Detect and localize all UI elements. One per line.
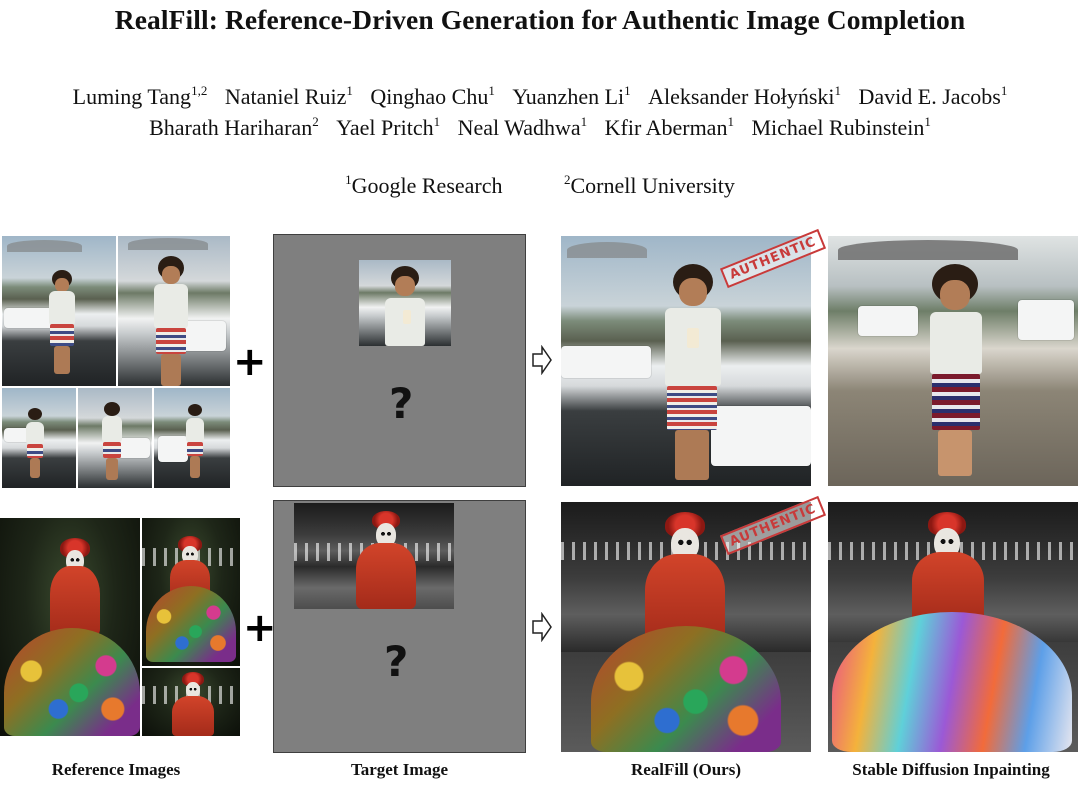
- reference-images-row-1: [2, 236, 230, 488]
- realfill-result-row-2: [561, 502, 811, 752]
- realfill-result-row-1: [561, 236, 811, 486]
- stable-diffusion-result-row-1: [828, 236, 1078, 486]
- caption-realfill: RealFill (Ours): [630, 760, 741, 779]
- author-list-row-2: Bharath Hariharan2 Yael Pritch1 Neal Wad…: [0, 115, 1080, 141]
- target-image-row-1: ?: [273, 234, 526, 487]
- caption-stable-diffusion: Stable Diffusion Inpainting: [852, 760, 1050, 779]
- target-image-row-2: ?: [273, 500, 526, 753]
- reference-photo: [2, 388, 76, 488]
- affiliations: 1Google Research 2Cornell University: [0, 173, 1080, 199]
- reference-photo: [142, 518, 240, 666]
- author: Kfir Aberman1: [604, 114, 734, 140]
- author: Michael Rubinstein1: [751, 114, 931, 140]
- reference-photo: [142, 668, 240, 736]
- author: Yuanzhen Li1: [512, 83, 631, 109]
- arrow-right-icon: [532, 612, 552, 642]
- question-mark-icon: ?: [384, 637, 409, 686]
- author: Luming Tang1,2: [72, 83, 208, 109]
- caption-target-image: Target Image: [350, 760, 449, 779]
- author: Yael Pritch1: [336, 114, 441, 140]
- author: David E. Jacobs1: [858, 83, 1008, 109]
- caption-reference-images: Reference Images: [51, 760, 181, 779]
- reference-photo: [2, 236, 116, 386]
- target-known-region: [359, 260, 451, 346]
- plus-icon: +: [243, 605, 277, 651]
- author: Aleksander Hołyński1: [648, 83, 841, 109]
- reference-photo: [154, 388, 230, 488]
- affiliation: 2Cornell University: [564, 172, 735, 198]
- reference-photo: [118, 236, 230, 386]
- reference-photo: [0, 518, 140, 736]
- question-mark-icon: ?: [389, 379, 414, 428]
- stable-diffusion-result-row-2: [828, 502, 1078, 752]
- paper-title: RealFill: Reference-Driven Generation fo…: [114, 4, 966, 35]
- author: Nataniel Ruiz1: [224, 83, 353, 109]
- reference-photo: [78, 388, 152, 488]
- arrow-right-icon: [532, 345, 552, 375]
- plus-icon: +: [233, 339, 267, 385]
- author: Bharath Hariharan2: [149, 114, 319, 140]
- reference-images-row-2: [0, 518, 240, 736]
- author: Qinghao Chu1: [370, 83, 495, 109]
- affiliation: 1Google Research: [345, 172, 503, 198]
- author: Neal Wadhwa1: [457, 114, 588, 140]
- target-known-region: [294, 503, 454, 609]
- author-list-row-1: Luming Tang1,2 Nataniel Ruiz1 Qinghao Ch…: [0, 84, 1080, 110]
